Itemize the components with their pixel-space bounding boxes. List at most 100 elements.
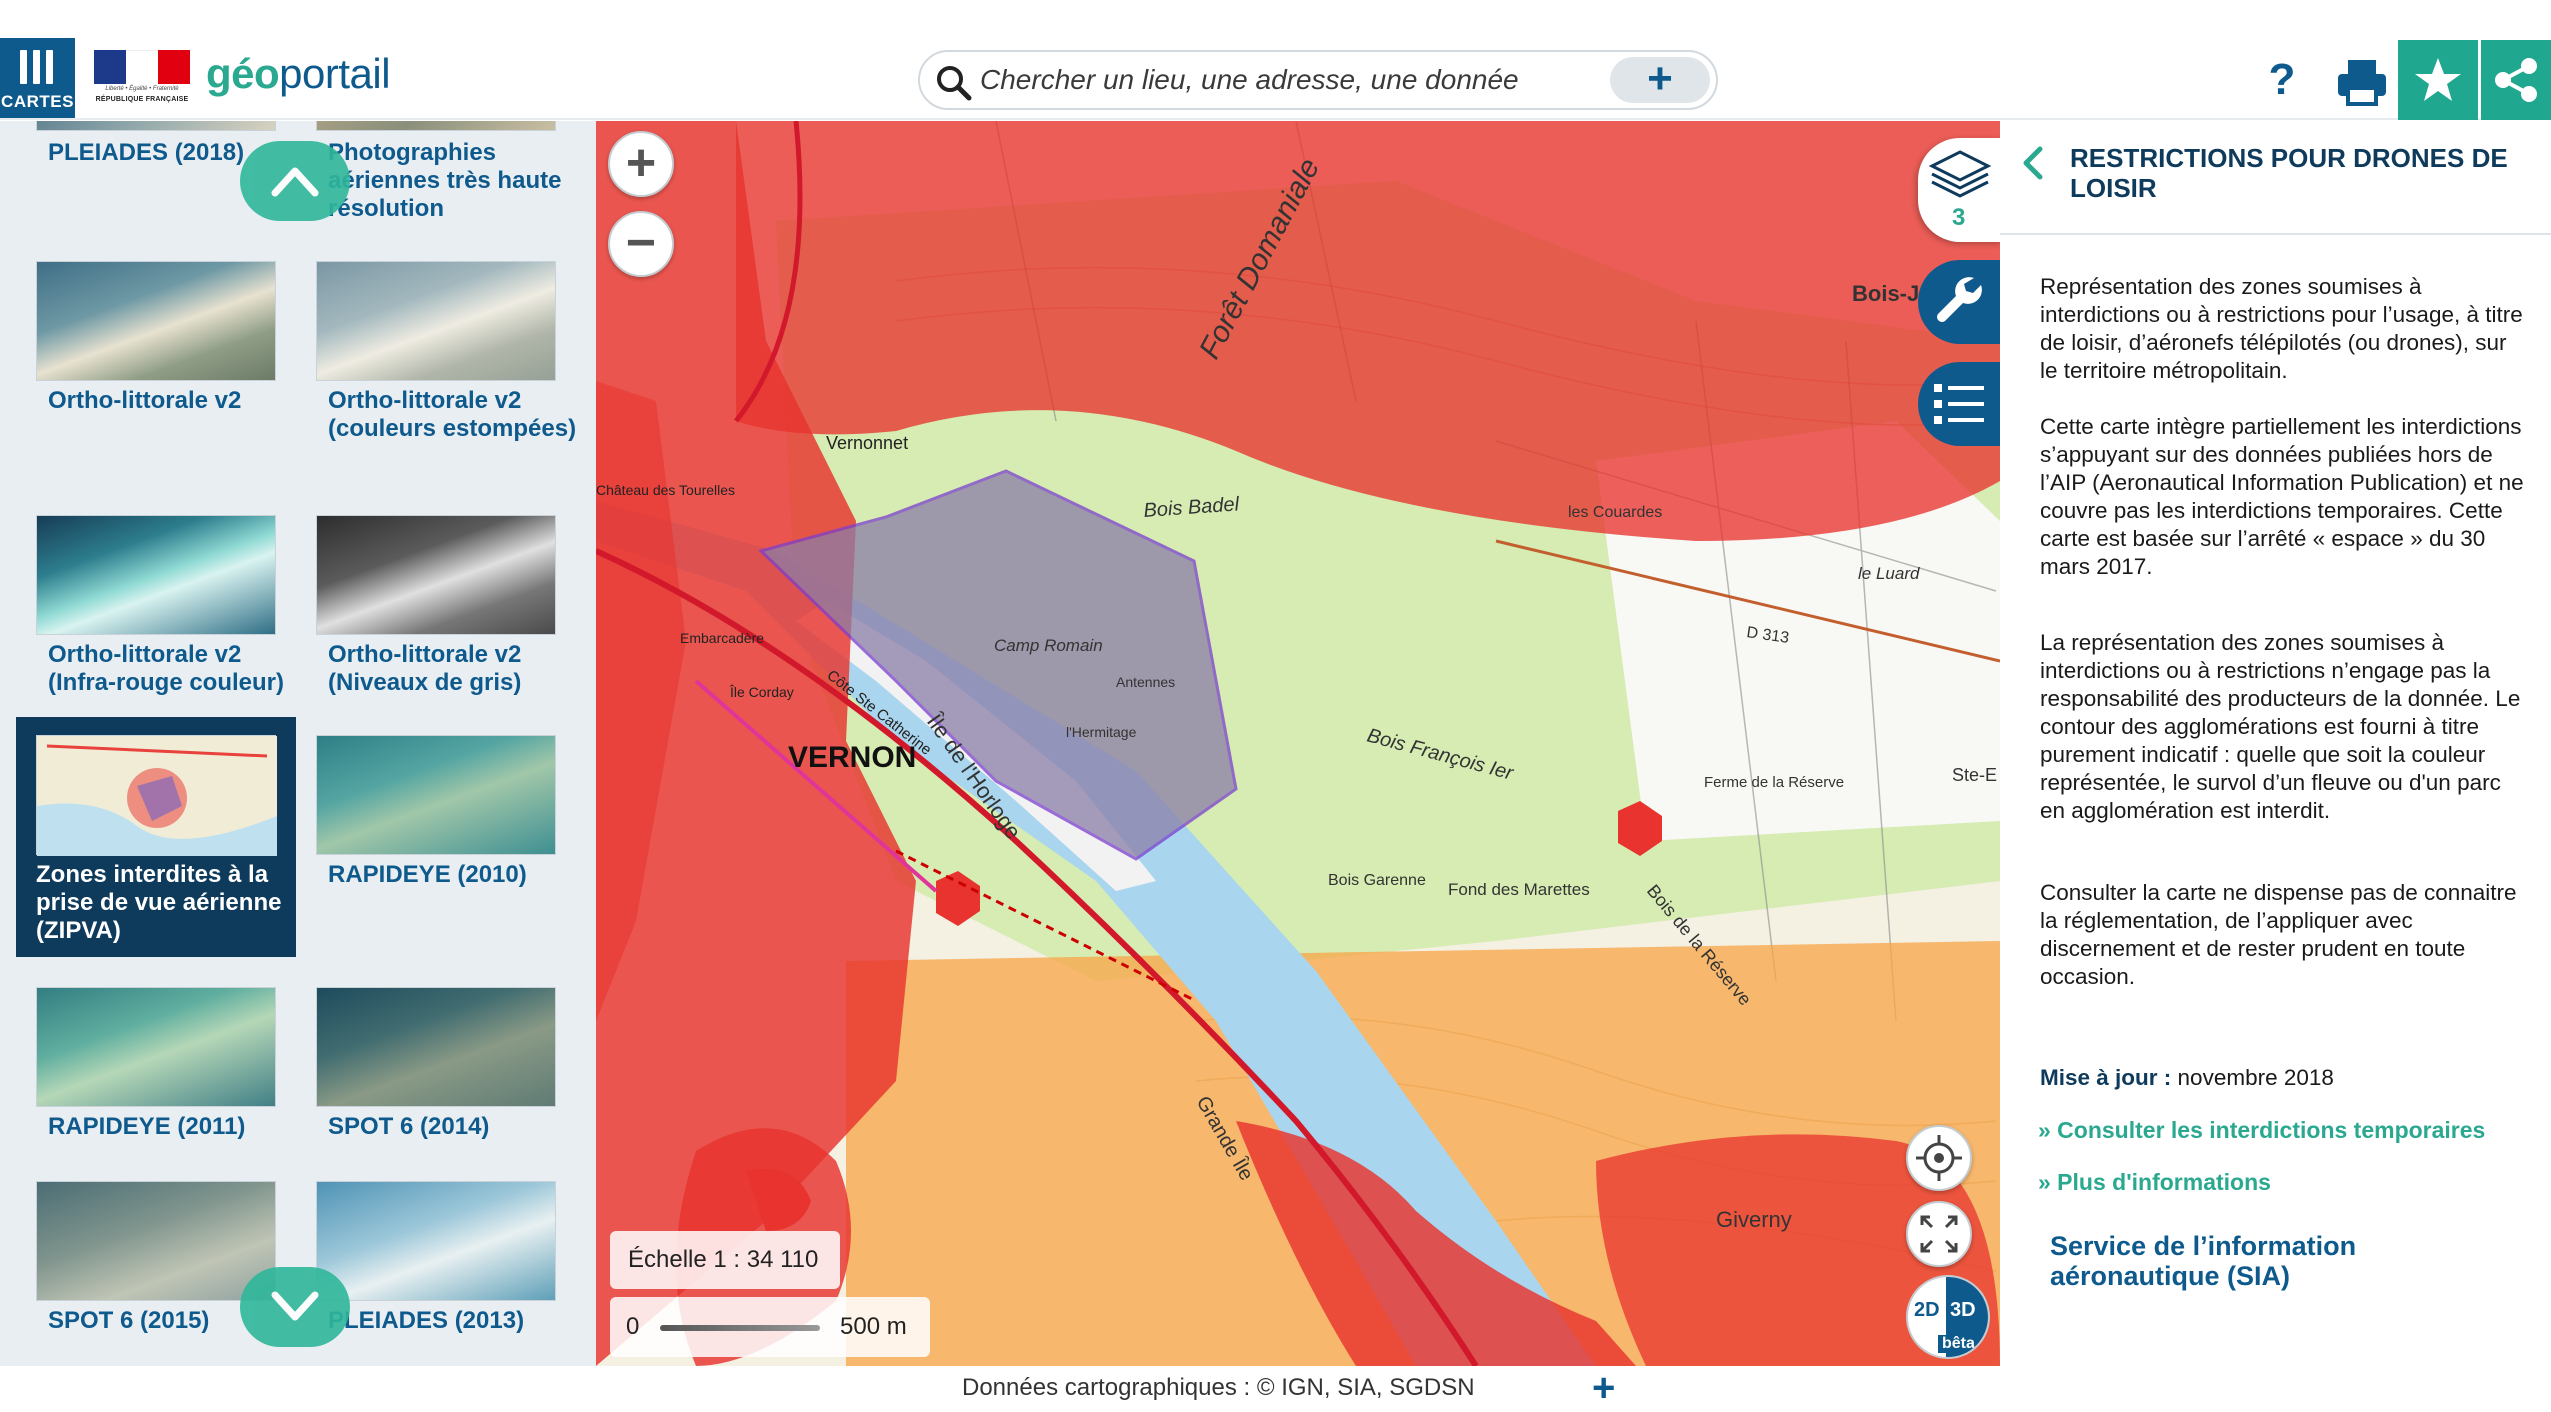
label-giverny: Giverny [1716, 1207, 1792, 1232]
label-ile-corday: Île Corday [729, 684, 794, 700]
mode-2d[interactable]: 2D [1914, 1299, 1940, 1322]
label-vernonnet: Vernonnet [826, 433, 908, 453]
share-icon [2495, 58, 2537, 102]
panel-paragraph-4: Consulter la carte ne dispense pas de co… [2040, 880, 2517, 989]
catalog-tile[interactable]: Ortho-littorale v2 (Infra-rouge couleur) [12, 515, 294, 745]
label-antennes: Antennes [1116, 674, 1175, 690]
more-info-link[interactable]: » Plus d'informations [2038, 1169, 2271, 1196]
panel-paragraph-2: Cette carte intègre partiellement les in… [2040, 414, 2524, 579]
catalog-tile[interactable]: SPOT 6 (2015) [12, 1181, 294, 1366]
label-bois-garenne: Bois Garenne [1328, 872, 1426, 889]
catalog-tile[interactable]: Ortho-littorale v2 (couleurs estompées) [292, 261, 576, 491]
tile-thumbnail [36, 121, 276, 131]
label-hermitage: l'Hermitage [1066, 724, 1137, 740]
marianne-flag-icon [94, 50, 190, 84]
geoportail-logo[interactable]: géoportail [206, 50, 391, 98]
catalog-scroll-up-button[interactable] [240, 141, 350, 221]
2d-3d-toggle[interactable]: 2D 3D bêta [1906, 1275, 1990, 1359]
update-value: novembre 2018 [2177, 1065, 2334, 1090]
tile-thumbnail [36, 261, 276, 381]
cartes-label: CARTES [1, 92, 74, 111]
share-button[interactable] [2481, 40, 2551, 120]
label-les-couardes: les Couardes [1568, 504, 1662, 521]
menu-bars-icon [20, 50, 54, 84]
cartes-menu-button[interactable]: CARTES [0, 38, 75, 118]
scalebar-length: 500 m [840, 1313, 907, 1340]
logo-motto: Liberté • Égalité • Fraternité [105, 86, 179, 92]
tile-thumbnail [36, 515, 276, 635]
panel-divider [2000, 233, 2551, 235]
catalog-tile[interactable]: Ortho-littorale v2 [12, 261, 294, 491]
search-add-button[interactable]: + [1610, 57, 1710, 103]
zoom-in-label: + [625, 134, 657, 192]
crosshair-icon [1916, 1135, 1962, 1181]
label-le-luard: le Luard [1858, 564, 1920, 583]
label-ferme: Ferme de la Réserve [1704, 774, 1844, 791]
tile-label: Ortho-littorale v2 [48, 387, 242, 414]
chevron-left-icon[interactable] [2018, 143, 2048, 183]
star-icon [2415, 58, 2461, 101]
tile-label: PLEIADES (2013) [328, 1307, 525, 1334]
tile-label: Photographies aériennes très haute résol… [328, 139, 562, 222]
catalog-scroll-down-button[interactable] [240, 1267, 350, 1347]
tile-thumbnail [36, 1181, 276, 1301]
app-root: CARTES Liberté • Égalité • Fraternité RÉ… [0, 0, 2551, 1412]
legend-tab[interactable] [1918, 362, 2002, 446]
label-ste-e: Ste-E [1952, 765, 1997, 785]
tile-label: SPOT 6 (2014) [328, 1113, 490, 1140]
tile-thumbnail [316, 121, 556, 131]
scalebar-zero: 0 [626, 1313, 640, 1340]
tile-label: RAPIDEYE (2011) [48, 1113, 246, 1140]
catalog-tile[interactable]: RAPIDEYE (2010) [292, 735, 574, 965]
chevron-down-icon [271, 1291, 319, 1321]
panel-title: RESTRICTIONS POUR DRONES DE LOISIR [2070, 143, 2508, 203]
map-catalog-panel: PLEIADES (2018) Photographies aériennes … [0, 121, 596, 1366]
zoom-out-label: − [625, 214, 657, 272]
update-label: Mise à jour : [2040, 1065, 2172, 1090]
tile-label: Ortho-littorale v2 (Infra-rouge couleur) [48, 641, 285, 696]
catalog-tile[interactable]: Ortho-littorale v2 (Niveaux de gris) [292, 515, 574, 745]
catalog-tile-selected[interactable]: Zones interdites à la prise de vue aérie… [16, 717, 296, 957]
favorite-button[interactable] [2398, 40, 2478, 120]
panel-paragraph-3: La représentation des zones soumises à i… [2040, 630, 2521, 823]
brand-prefix: géo [206, 50, 280, 97]
brand-suffix: portail [279, 50, 391, 97]
layers-count-badge: 3 [1952, 204, 1966, 231]
panel-paragraph-1: Représentation des zones soumises à inte… [2040, 274, 2523, 383]
beta-badge: bêta [1938, 1335, 1979, 1353]
map-credits: Données cartographiques : © IGN, SIA, SG… [962, 1374, 1475, 1401]
search-box: + [918, 50, 1718, 110]
tile-label: RAPIDEYE (2010) [328, 861, 527, 888]
zoom-out-button[interactable]: − [608, 211, 674, 277]
print-icon[interactable] [2328, 44, 2396, 116]
tile-thumbnail [316, 261, 556, 381]
map-view[interactable]: VERNON Vernonnet Camp Romain Bois Badel … [596, 121, 2000, 1366]
search-icon[interactable] [934, 63, 974, 103]
scale-bar: 0 500 m [610, 1297, 930, 1357]
label-chateau: Château des Tourelles [596, 482, 735, 498]
map-canvas[interactable]: VERNON Vernonnet Camp Romain Bois Badel … [596, 121, 2000, 1366]
logo-country: RÉPUBLIQUE FRANÇAISE [95, 96, 189, 103]
tile-label: Zones interdites à la prise de vue aérie… [36, 861, 282, 944]
wrench-icon [1937, 277, 1982, 322]
tile-thumbnail [36, 987, 276, 1107]
credits-expand-button[interactable]: + [1592, 1366, 1615, 1411]
temporary-restrictions-link[interactable]: » Consulter les interdictions temporaire… [2038, 1117, 2485, 1144]
tile-thumbnail [316, 735, 556, 855]
fullscreen-button[interactable] [1906, 1201, 1972, 1267]
geolocate-button[interactable] [1906, 1125, 1972, 1191]
tools-tab[interactable] [1918, 260, 2002, 344]
scalebar-line [660, 1325, 820, 1331]
tile-label: Ortho-littorale v2 (couleurs estompées) [328, 387, 577, 442]
tile-label: Ortho-littorale v2 (Niveaux de gris) [328, 641, 522, 696]
zoom-in-button[interactable]: + [608, 131, 674, 197]
help-button[interactable]: ? [2250, 48, 2314, 112]
chevron-up-icon [271, 167, 319, 197]
layers-tool-tab[interactable]: 3 [1918, 138, 2002, 242]
search-input[interactable] [980, 58, 1520, 102]
label-embarcadere: Embarcadère [680, 630, 764, 646]
sia-link[interactable]: Service de l’information aéronautique (S… [2050, 1231, 2470, 1291]
tile-thumbnail [36, 735, 277, 856]
label-fond-marettes: Fond des Marettes [1448, 880, 1590, 899]
layer-info-panel: RESTRICTIONS POUR DRONES DE LOISIR Repré… [2000, 121, 2551, 1366]
